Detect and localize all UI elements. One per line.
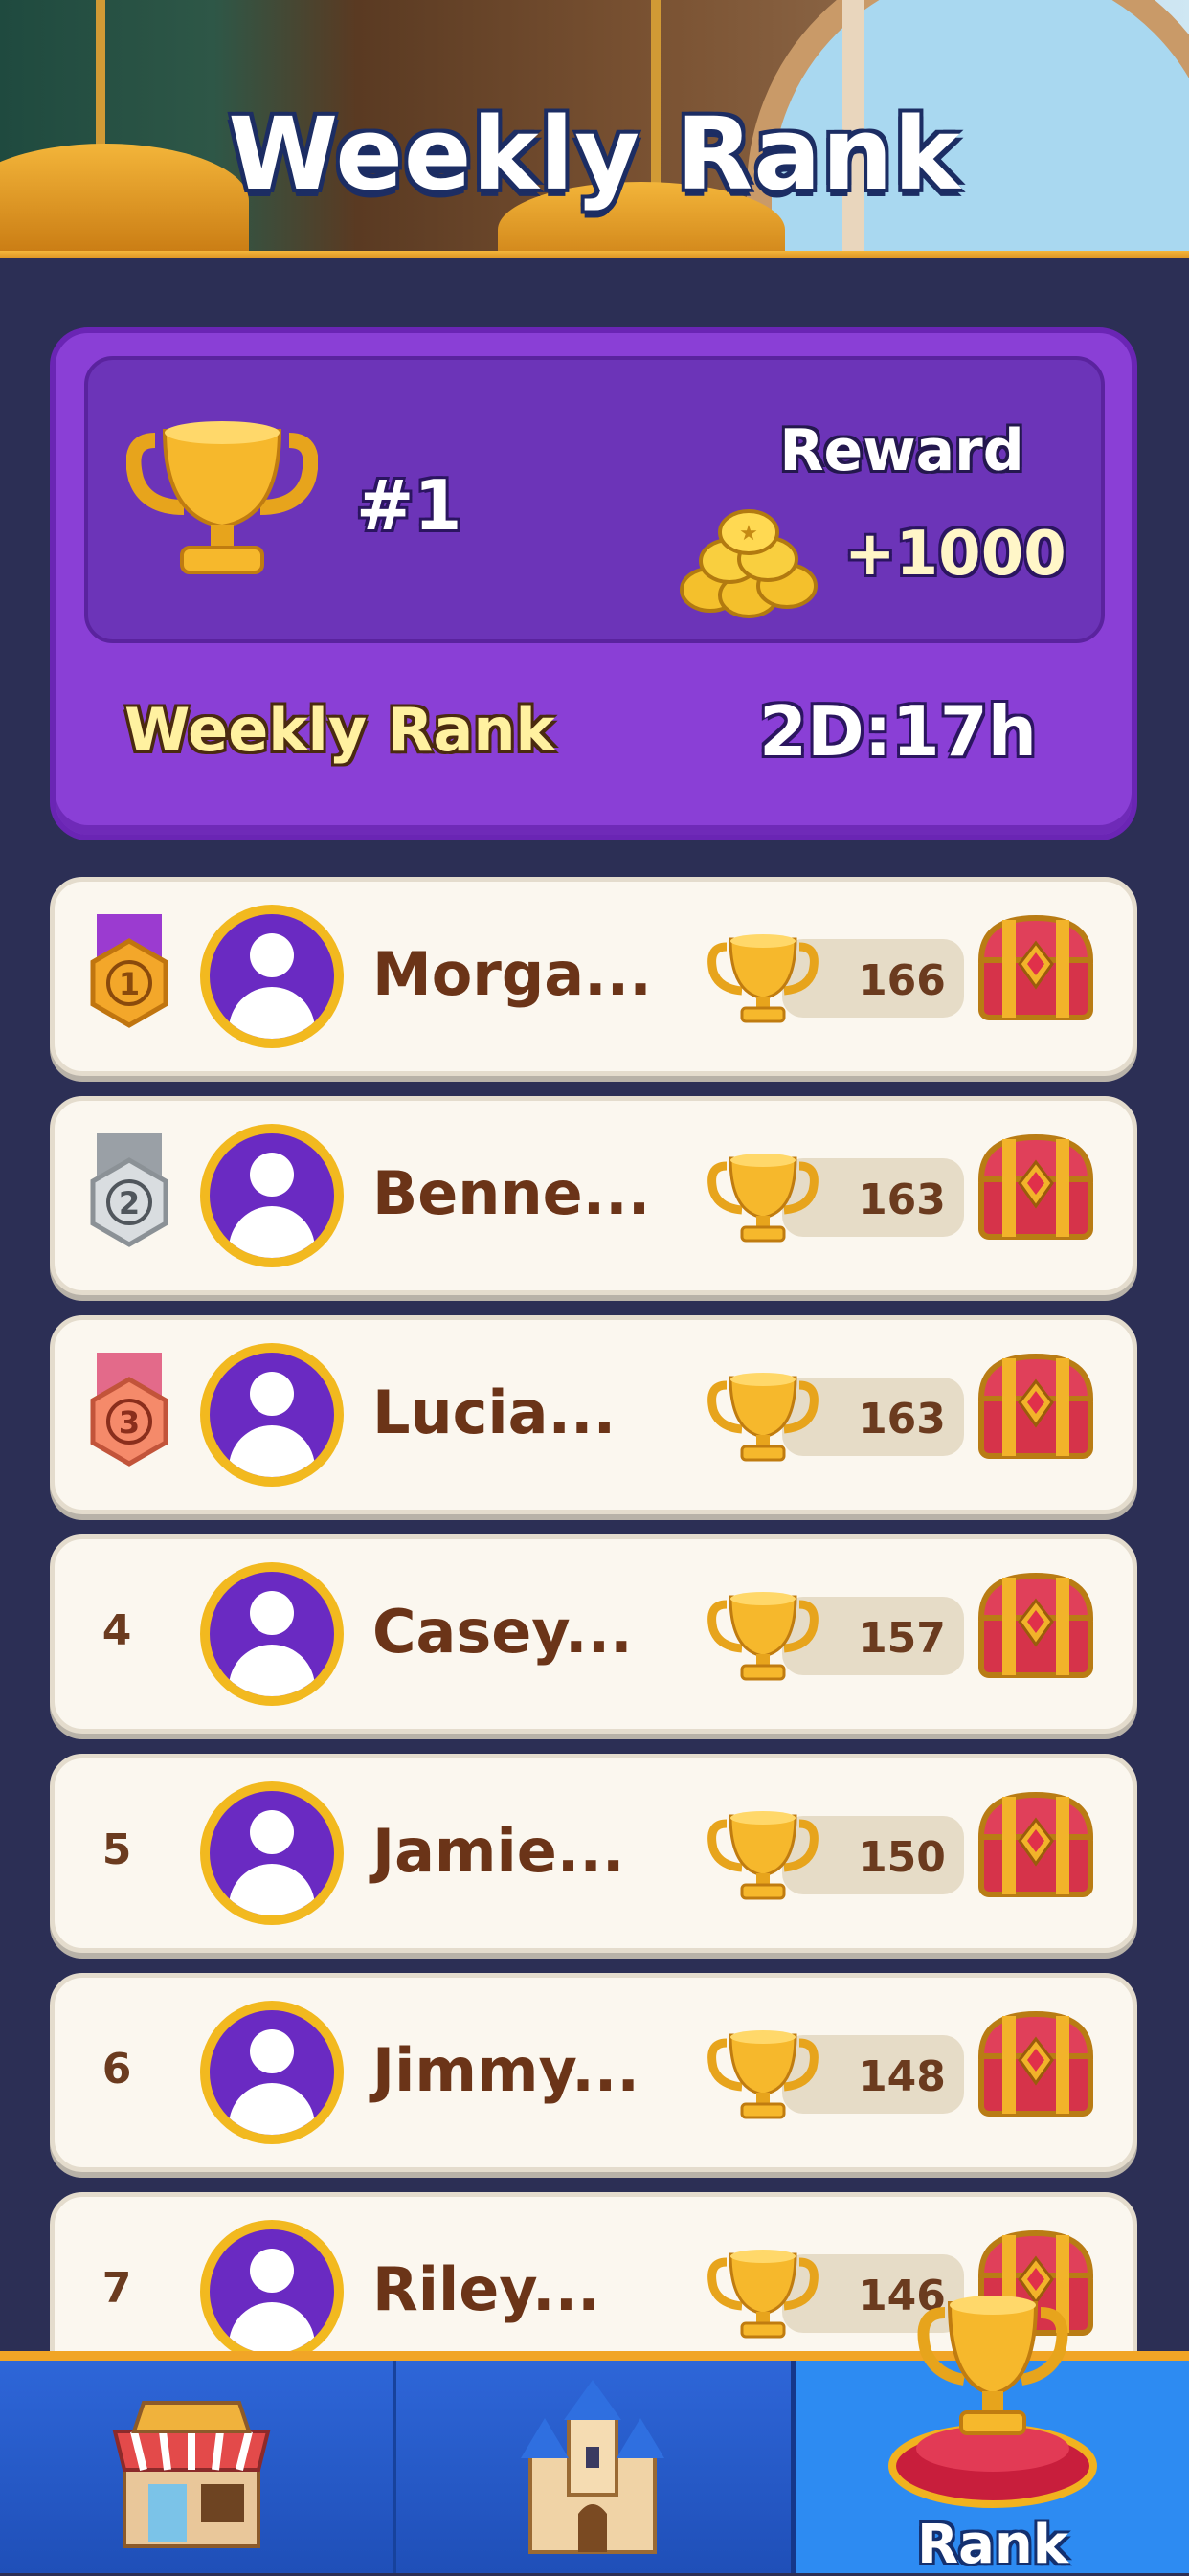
player-name: Morga... <box>372 939 652 1009</box>
player-name: Jamie... <box>372 1816 625 1886</box>
player-name: Jimmy... <box>372 2035 639 2105</box>
tab-rank[interactable]: Rank <box>791 2296 1189 2576</box>
rank-number: 5 <box>101 1826 132 1874</box>
shop-icon <box>112 2401 271 2548</box>
leaderboard-list[interactable]: 1 Morga... 166 2 Benne... 163 3 Lucia... 163 4 Cas… <box>0 0 1189 2355</box>
avatar[interactable] <box>200 2220 344 2355</box>
rank-trophy-icon <box>888 2296 1097 2508</box>
reward-chest-icon[interactable] <box>974 1787 1098 1902</box>
bronze-medal-icon: 3 <box>90 1353 168 1467</box>
leaderboard-row[interactable]: 5 Jamie... 150 <box>50 1754 1137 1953</box>
leaderboard-row[interactable]: 4 Casey... 157 <box>50 1534 1137 1734</box>
rank-number: 7 <box>101 2264 132 2313</box>
player-name: Lucia... <box>372 1378 617 1447</box>
tab-castle[interactable] <box>396 2361 789 2573</box>
trophy-icon <box>707 1154 819 1243</box>
avatar[interactable] <box>200 1781 344 1925</box>
medal-rank-number: 2 <box>119 1185 140 1221</box>
leaderboard-row[interactable]: 6 Jimmy... 148 <box>50 1973 1137 2172</box>
leaderboard-row[interactable]: 3 Lucia... 163 <box>50 1315 1137 1514</box>
tab-rank-label: Rank <box>916 2514 1069 2576</box>
avatar[interactable] <box>200 2001 344 2144</box>
silver-medal-icon: 2 <box>90 1133 168 1247</box>
trophy-icon <box>707 934 819 1023</box>
leaderboard-row[interactable]: 2 Benne... 163 <box>50 1096 1137 1295</box>
player-score: 166 <box>858 956 946 1005</box>
player-name: Benne... <box>372 1158 651 1228</box>
player-name: Casey... <box>372 1597 633 1667</box>
tab-shop[interactable] <box>0 2361 396 2573</box>
medal-rank-number: 1 <box>119 966 140 1002</box>
player-score: 163 <box>858 1395 946 1444</box>
trophy-icon <box>707 2030 819 2119</box>
avatar[interactable] <box>200 905 344 1048</box>
trophy-icon <box>707 1373 819 1462</box>
player-name: Riley... <box>372 2254 600 2324</box>
trophy-icon <box>707 1592 819 1681</box>
player-score: 150 <box>858 1833 946 1882</box>
reward-chest-icon[interactable] <box>974 1130 1098 1244</box>
player-score: 157 <box>858 1614 946 1663</box>
reward-chest-icon[interactable] <box>974 2006 1098 2121</box>
medal-rank-number: 3 <box>119 1404 140 1441</box>
trophy-icon <box>707 2250 819 2339</box>
player-score: 163 <box>858 1176 946 1224</box>
rank-number: 4 <box>101 1606 132 1655</box>
castle-icon <box>521 2380 664 2554</box>
bottom-nav: Rank <box>0 2296 1189 2576</box>
gold-medal-icon: 1 <box>90 914 168 1028</box>
player-score: 148 <box>858 2052 946 2101</box>
reward-chest-icon[interactable] <box>974 1568 1098 1683</box>
avatar[interactable] <box>200 1343 344 1487</box>
reward-chest-icon[interactable] <box>974 910 1098 1025</box>
avatar[interactable] <box>200 1562 344 1706</box>
leaderboard-row[interactable]: 1 Morga... 166 <box>50 877 1137 1076</box>
rank-number: 6 <box>101 2045 132 2094</box>
trophy-icon <box>707 1811 819 1900</box>
avatar[interactable] <box>200 1124 344 1267</box>
reward-chest-icon[interactable] <box>974 1349 1098 1464</box>
